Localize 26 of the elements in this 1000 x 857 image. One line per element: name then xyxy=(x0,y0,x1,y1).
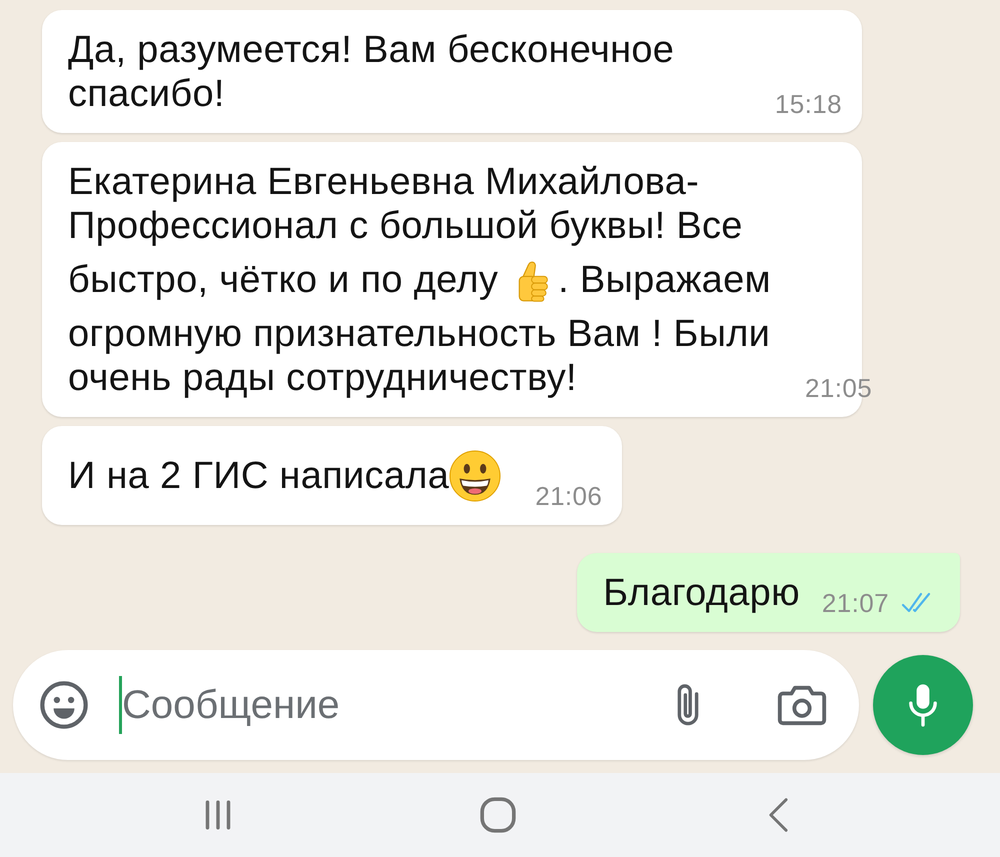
message-text: Профессионал с большой буквы! Все xyxy=(68,204,743,248)
message-text: Да, разумеется! Вам бесконечное xyxy=(68,28,674,72)
back-button[interactable] xyxy=(767,797,789,833)
home-icon xyxy=(478,795,518,835)
home-button[interactable] xyxy=(478,795,518,835)
message-text: быстро, чётко и по делу xyxy=(68,258,498,302)
camera-icon xyxy=(777,683,827,727)
back-icon xyxy=(767,797,789,833)
message-text: очень рады сотрудничеству! xyxy=(68,356,577,400)
grinning-face-icon xyxy=(449,450,502,502)
message-text: . Выражаем xyxy=(558,258,771,302)
message-input[interactable]: Сообщение xyxy=(122,682,673,728)
smiley-icon xyxy=(39,680,89,730)
message-text: И на 2 ГИС написала xyxy=(68,454,450,498)
microphone-icon xyxy=(908,682,938,728)
message-text: Благодарю xyxy=(603,571,800,615)
message-text: спасибо! xyxy=(68,72,225,116)
message-text: огромную признательность Вам ! Были xyxy=(68,312,770,356)
message-time: 21:06 xyxy=(535,482,602,510)
camera-button[interactable] xyxy=(777,683,827,727)
message-time: 15:18 xyxy=(774,90,842,118)
message-field[interactable]: Сообщение xyxy=(13,650,859,760)
message-time: 21:07 xyxy=(822,589,889,617)
message-text: Екатерина Евгеньевна Михайлова- xyxy=(68,160,700,204)
message-time: 21:05 xyxy=(804,374,872,402)
emoji-button[interactable] xyxy=(39,680,89,730)
